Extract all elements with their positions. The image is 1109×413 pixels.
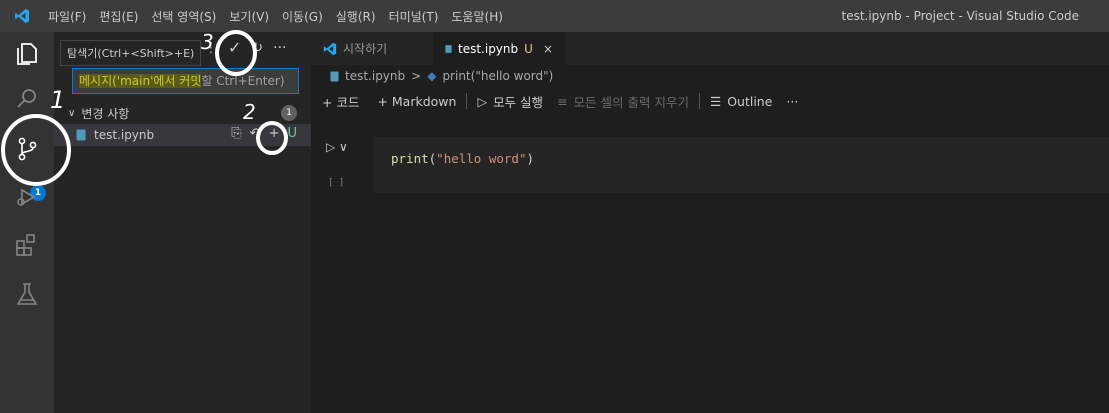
source-control-panel: 탐색기(Ctrl+<Shift>+E) ⋮ ✓ ↻ ··· 메시지('main'…	[54, 32, 311, 413]
changes-count-badge: 1	[281, 105, 297, 121]
notebook-toolbar: + 코드 + Markdown ▷ 모두 실행 ≡ 모든 셀의 출력 지우기 ☰…	[322, 88, 798, 114]
execution-count: [ ]	[328, 178, 345, 188]
vscode-tab-icon	[323, 42, 337, 55]
more-actions-icon[interactable]: ···	[273, 40, 286, 56]
source-control-actions: ⋮ ✓ ↻ ···	[204, 38, 287, 57]
code-function: print	[391, 151, 429, 166]
add-markdown-cell-button[interactable]: + Markdown	[377, 94, 456, 109]
menu-view[interactable]: 보기(V)	[229, 8, 269, 25]
vscode-logo-icon	[15, 9, 29, 23]
activity-bar: 1	[0, 32, 54, 413]
stage-changes-icon[interactable]: +	[269, 126, 280, 141]
menu-edit[interactable]: 편집(E)	[99, 8, 138, 25]
clear-outputs-icon: ≡	[557, 93, 568, 109]
breadcrumb-separator: >	[411, 69, 422, 83]
code-cell[interactable]: print("hello word")	[374, 137, 1109, 193]
toolbar-divider	[698, 93, 700, 109]
cell-source[interactable]: print("hello word")	[391, 151, 534, 166]
window-title: test.ipynb - Project - Visual Studio Cod…	[841, 9, 1079, 23]
menu-terminal[interactable]: 터미널(T)	[389, 8, 439, 25]
commit-placeholder-highlighted: 메시지('main'에서 커밋	[79, 74, 202, 88]
tab-getting-started-label: 시작하기	[343, 42, 388, 56]
breadcrumb: test.ipynb > ◆ print("hello word")	[330, 66, 553, 86]
python-icon: ◆	[427, 69, 437, 83]
chevron-down-icon: ∨	[68, 107, 76, 119]
breadcrumb-symbol[interactable]: print("hello word")	[442, 69, 553, 83]
changed-file-row[interactable]: test.ipynb ⎘ ↶ + U	[54, 124, 311, 146]
run-all-button[interactable]: 모두 실행	[493, 92, 543, 111]
code-string: "hello word"	[436, 151, 527, 166]
commit-check-icon[interactable]: ✓	[228, 38, 241, 57]
code-paren-close: )	[526, 151, 535, 166]
outline-button[interactable]: Outline	[727, 94, 772, 109]
close-tab-icon[interactable]: ×	[543, 42, 553, 56]
menu-help[interactable]: 도움말(H)	[451, 8, 503, 25]
tab-getting-started[interactable]: 시작하기	[311, 32, 429, 65]
vscode-window: 파일(F) 편집(E) 선택 영역(S) 보기(V) 이동(G) 실행(R) 터…	[0, 0, 1109, 413]
search-icon[interactable]	[12, 84, 42, 114]
explorer-tooltip: 탐색기(Ctrl+<Shift>+E)	[60, 40, 202, 66]
file-actions: ⎘ ↶ + U	[231, 126, 297, 141]
notebook-file-icon	[76, 129, 86, 141]
refresh-icon[interactable]: ↻	[251, 40, 263, 56]
run-debug-icon[interactable]	[12, 182, 42, 212]
menu-go[interactable]: 이동(G)	[282, 8, 323, 25]
outline-icon: ☰	[709, 93, 722, 109]
title-bar: 파일(F) 편집(E) 선택 영역(S) 보기(V) 이동(G) 실행(R) 터…	[0, 0, 1109, 32]
changed-file-name: test.ipynb	[94, 128, 155, 142]
run-all-icon: ▷	[477, 93, 488, 109]
breadcrumb-file[interactable]: test.ipynb	[345, 69, 405, 83]
menu-run[interactable]: 실행(R)	[336, 8, 376, 25]
editor-tabs: 시작하기 test.ipynb U ×	[311, 32, 1109, 65]
menu-file[interactable]: 파일(F)	[48, 8, 86, 25]
run-cell-icon[interactable]: ▷ ∨	[326, 140, 348, 154]
commit-message-input[interactable]: 메시지('main'에서 커밋할 Ctrl+Enter)	[72, 68, 299, 94]
discard-changes-icon[interactable]: ↶	[250, 126, 261, 141]
extensions-icon[interactable]	[12, 230, 42, 260]
testing-icon[interactable]	[12, 279, 42, 309]
changes-label: 변경 사항	[81, 106, 130, 121]
toolbar-divider	[466, 93, 468, 109]
menu-selection[interactable]: 선택 영역(S)	[151, 8, 216, 25]
clear-outputs-button[interactable]: 모든 셀의 출력 지우기	[574, 92, 689, 111]
source-control-icon[interactable]	[12, 134, 42, 164]
changes-header[interactable]: ∨ 변경 사항 1	[68, 102, 303, 124]
commit-placeholder-rest: 할 Ctrl+Enter)	[201, 74, 285, 88]
notebook-file-icon	[330, 71, 339, 81]
tab-status: U	[524, 41, 533, 56]
notebook-tab-icon	[445, 44, 452, 53]
tab-test-ipynb[interactable]: test.ipynb U ×	[433, 32, 565, 65]
more-toolbar-icon[interactable]: ···	[786, 94, 798, 109]
menu-bar: 파일(F) 편집(E) 선택 영역(S) 보기(V) 이동(G) 실행(R) 터…	[48, 0, 516, 32]
explorer-icon[interactable]	[12, 38, 42, 68]
view-tree-icon[interactable]: ⋮	[204, 40, 218, 56]
tab-test-ipynb-label: test.ipynb	[458, 41, 519, 56]
file-status-untracked: U	[287, 126, 297, 141]
add-code-cell-button[interactable]: + 코드	[322, 92, 359, 111]
open-file-icon[interactable]: ⎘	[231, 126, 241, 141]
